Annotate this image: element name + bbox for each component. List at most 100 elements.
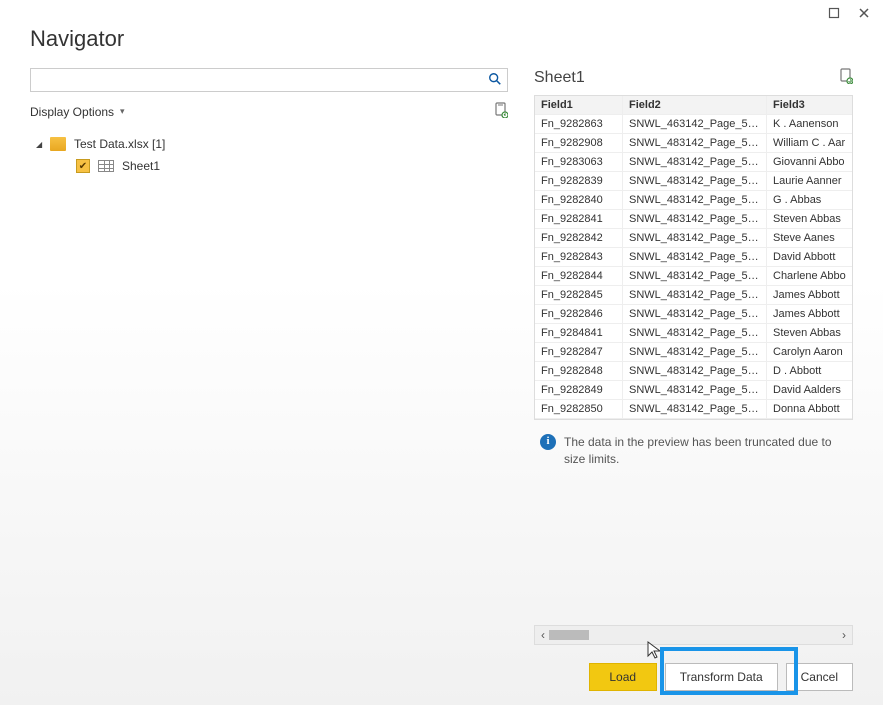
table-row[interactable]: Fn_9282843SNWL_483142_Page_5658David Abb… [535, 248, 852, 267]
table-cell: SNWL_483142_Page_5658 [623, 172, 767, 190]
table-cell: Donna Abbott [767, 400, 852, 418]
table-cell: Fn_9282850 [535, 400, 623, 418]
search-icon[interactable] [488, 72, 502, 89]
preview-refresh-icon[interactable] [839, 68, 853, 87]
sheet-checkbox[interactable]: ✔ [76, 159, 90, 173]
table-row[interactable]: Fn_9282863SNWL_463142_Page_5661K . Aanen… [535, 115, 852, 134]
table-cell: Fn_9282845 [535, 286, 623, 304]
preview-grid: Field1Field2Field3Fn_9282863SNWL_463142_… [534, 95, 853, 420]
table-row[interactable]: Fn_9282908SNWL_483142_Page_5567William C… [535, 134, 852, 153]
scroll-right-icon[interactable]: › [842, 628, 846, 642]
search-input[interactable] [30, 68, 508, 92]
table-cell: James Abbott [767, 286, 852, 304]
table-row[interactable]: Fn_9282844SNWL_483142_Page_5658Charlene … [535, 267, 852, 286]
truncation-text: The data in the preview has been truncat… [564, 434, 847, 468]
table-cell: William C . Aar [767, 134, 852, 152]
table-cell: Charlene Abbo [767, 267, 852, 285]
dialog-title: Navigator [30, 26, 124, 52]
tree-sheet-label: Sheet1 [122, 159, 160, 173]
table-row[interactable]: Fn_9282846SNWL_483142_Page_5658James Abb… [535, 305, 852, 324]
table-cell: SNWL_483142_Page_5658 [623, 267, 767, 285]
table-cell: Fn_9284841 [535, 324, 623, 342]
table-cell: Steve Aanes [767, 229, 852, 247]
cursor-icon [646, 640, 664, 660]
table-cell: Fn_9283063 [535, 153, 623, 171]
folder-icon [50, 137, 66, 151]
table-cell: Fn_9282848 [535, 362, 623, 380]
table-cell: SNWL_483142_Page_5659 [623, 400, 767, 418]
table-cell: Fn_9282863 [535, 115, 623, 133]
table-cell: SNWL_483142_Page_5659 [623, 381, 767, 399]
table-cell: SNWL_483142_Page_5658 [623, 324, 767, 342]
table-row[interactable]: Fn_9282848SNWL_483142_Page_5659D . Abbot… [535, 362, 852, 381]
table-icon [98, 160, 114, 172]
table-cell: SNWL_483142_Page_5658 [623, 286, 767, 304]
table-cell: G . Abbas [767, 191, 852, 209]
table-cell: Fn_9282847 [535, 343, 623, 361]
table-cell: Laurie Aanner [767, 172, 852, 190]
refresh-icon[interactable] [494, 102, 508, 121]
preview-panel: Sheet1 Field1Field2Field3Fn_9282863SNWL_… [534, 68, 853, 645]
table-cell: Steven Abbas [767, 210, 852, 228]
table-header-row: Field1Field2Field3 [535, 96, 852, 115]
table-row[interactable]: Fn_9282845SNWL_483142_Page_5658James Abb… [535, 286, 852, 305]
table-cell: SNWL_483142_Page_5658 [623, 248, 767, 266]
info-icon: i [540, 434, 556, 450]
column-header[interactable]: Field3 [767, 96, 852, 114]
table-row[interactable]: Fn_9284841SNWL_483142_Page_5658Steven Ab… [535, 324, 852, 343]
table-cell: Fn_9282843 [535, 248, 623, 266]
table-cell: James Abbott [767, 305, 852, 323]
table-cell: Fn_9282844 [535, 267, 623, 285]
table-cell: David Abbott [767, 248, 852, 266]
table-cell: Fn_9282908 [535, 134, 623, 152]
table-cell: Steven Abbas [767, 324, 852, 342]
maximize-icon[interactable] [827, 6, 841, 20]
navigator-tree-panel: Display Options ▾ ◢ Test Data.xlsx [1] ✔… [30, 68, 508, 645]
truncation-info: i The data in the preview has been trunc… [534, 434, 853, 468]
table-cell: Carolyn Aaron [767, 343, 852, 361]
table-row[interactable]: Fn_9282850SNWL_483142_Page_5659Donna Abb… [535, 400, 852, 419]
cancel-button[interactable]: Cancel [786, 663, 853, 691]
table-row[interactable]: Fn_9282839SNWL_483142_Page_5658Laurie Aa… [535, 172, 852, 191]
scroll-thumb[interactable] [549, 630, 589, 640]
table-cell: SNWL_483142_Page_5588 [623, 153, 767, 171]
load-button[interactable]: Load [589, 663, 657, 691]
table-cell: D . Abbott [767, 362, 852, 380]
table-row[interactable]: Fn_9282840SNWL_483142_Page_5658G . Abbas [535, 191, 852, 210]
table-cell: SNWL_483142_Page_5658 [623, 210, 767, 228]
caret-down-icon: ◢ [36, 140, 46, 149]
table-row[interactable]: Fn_9282841SNWL_483142_Page_5658Steven Ab… [535, 210, 852, 229]
scroll-left-icon[interactable]: ‹ [541, 628, 545, 642]
table-row[interactable]: Fn_9282847SNWL_483142_Page_5659Carolyn A… [535, 343, 852, 362]
table-cell: SNWL_483142_Page_5658 [623, 305, 767, 323]
table-row[interactable]: Fn_9283063SNWL_483142_Page_5588Giovanni … [535, 153, 852, 172]
table-cell: Fn_9282839 [535, 172, 623, 190]
table-cell: SNWL_483142_Page_5658 [623, 191, 767, 209]
tree-sheet-node[interactable]: ✔ Sheet1 [30, 155, 508, 177]
table-cell: David Aalders [767, 381, 852, 399]
horizontal-scrollbar[interactable]: ‹ › [534, 625, 853, 645]
table-cell: Fn_9282846 [535, 305, 623, 323]
chevron-down-icon: ▾ [120, 106, 125, 117]
table-cell: K . Aanenson [767, 115, 852, 133]
table-cell: Fn_9282841 [535, 210, 623, 228]
column-header[interactable]: Field1 [535, 96, 623, 114]
table-cell: Fn_9282840 [535, 191, 623, 209]
table-cell: SNWL_483142_Page_5658 [623, 229, 767, 247]
transform-data-button[interactable]: Transform Data [665, 663, 778, 691]
display-options-label: Display Options [30, 105, 114, 119]
table-cell: Fn_9282849 [535, 381, 623, 399]
column-header[interactable]: Field2 [623, 96, 767, 114]
table-cell: SNWL_463142_Page_5661 [623, 115, 767, 133]
display-options-dropdown[interactable]: Display Options ▾ [30, 105, 125, 119]
tree-file-node[interactable]: ◢ Test Data.xlsx [1] [30, 133, 508, 155]
preview-title: Sheet1 [534, 69, 585, 87]
table-cell: SNWL_483142_Page_5659 [623, 362, 767, 380]
table-cell: SNWL_483142_Page_5659 [623, 343, 767, 361]
table-cell: SNWL_483142_Page_5567 [623, 134, 767, 152]
table-row[interactable]: Fn_9282849SNWL_483142_Page_5659David Aal… [535, 381, 852, 400]
close-icon[interactable] [857, 6, 871, 20]
table-row[interactable]: Fn_9282842SNWL_483142_Page_5658Steve Aan… [535, 229, 852, 248]
table-cell: Fn_9282842 [535, 229, 623, 247]
table-cell: Giovanni Abbo [767, 153, 852, 171]
